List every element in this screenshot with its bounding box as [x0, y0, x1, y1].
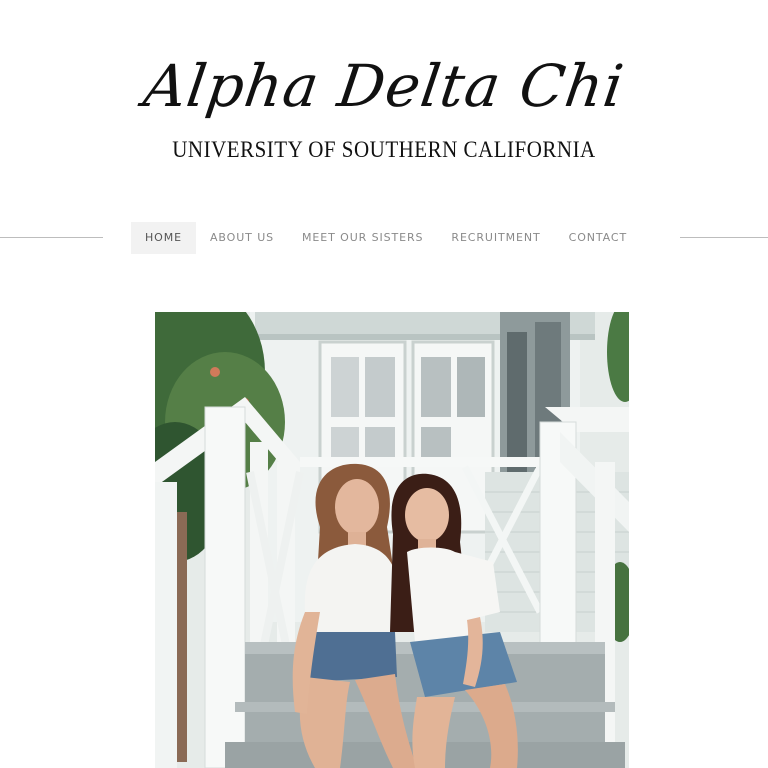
nav-item-contact[interactable]: CONTACT — [555, 222, 641, 254]
main-nav: HOME ABOUT US MEET OUR SISTERS RECRUITME… — [131, 222, 641, 254]
logo-subtitle: UNIVERSITY OF SOUTHERN CALIFORNIA — [172, 135, 596, 163]
nav-divider-left — [0, 237, 103, 238]
site-logo[interactable]: Alpha Delta Chi UNIVERSITY OF SOUTHERN C… — [0, 50, 768, 163]
page: Alpha Delta Chi UNIVERSITY OF SOUTHERN C… — [0, 0, 768, 768]
nav-divider-right — [680, 237, 768, 238]
nav-item-about-us[interactable]: ABOUT US — [196, 222, 288, 254]
nav-item-home[interactable]: HOME — [131, 222, 196, 254]
logo-script-title: Alpha Delta Chi — [139, 52, 629, 120]
nav-item-recruitment[interactable]: RECRUITMENT — [437, 222, 554, 254]
nav-item-meet-our-sisters[interactable]: MEET OUR SISTERS — [288, 222, 437, 254]
hero-photo-illustration — [155, 312, 629, 768]
hero-photo — [155, 312, 629, 768]
